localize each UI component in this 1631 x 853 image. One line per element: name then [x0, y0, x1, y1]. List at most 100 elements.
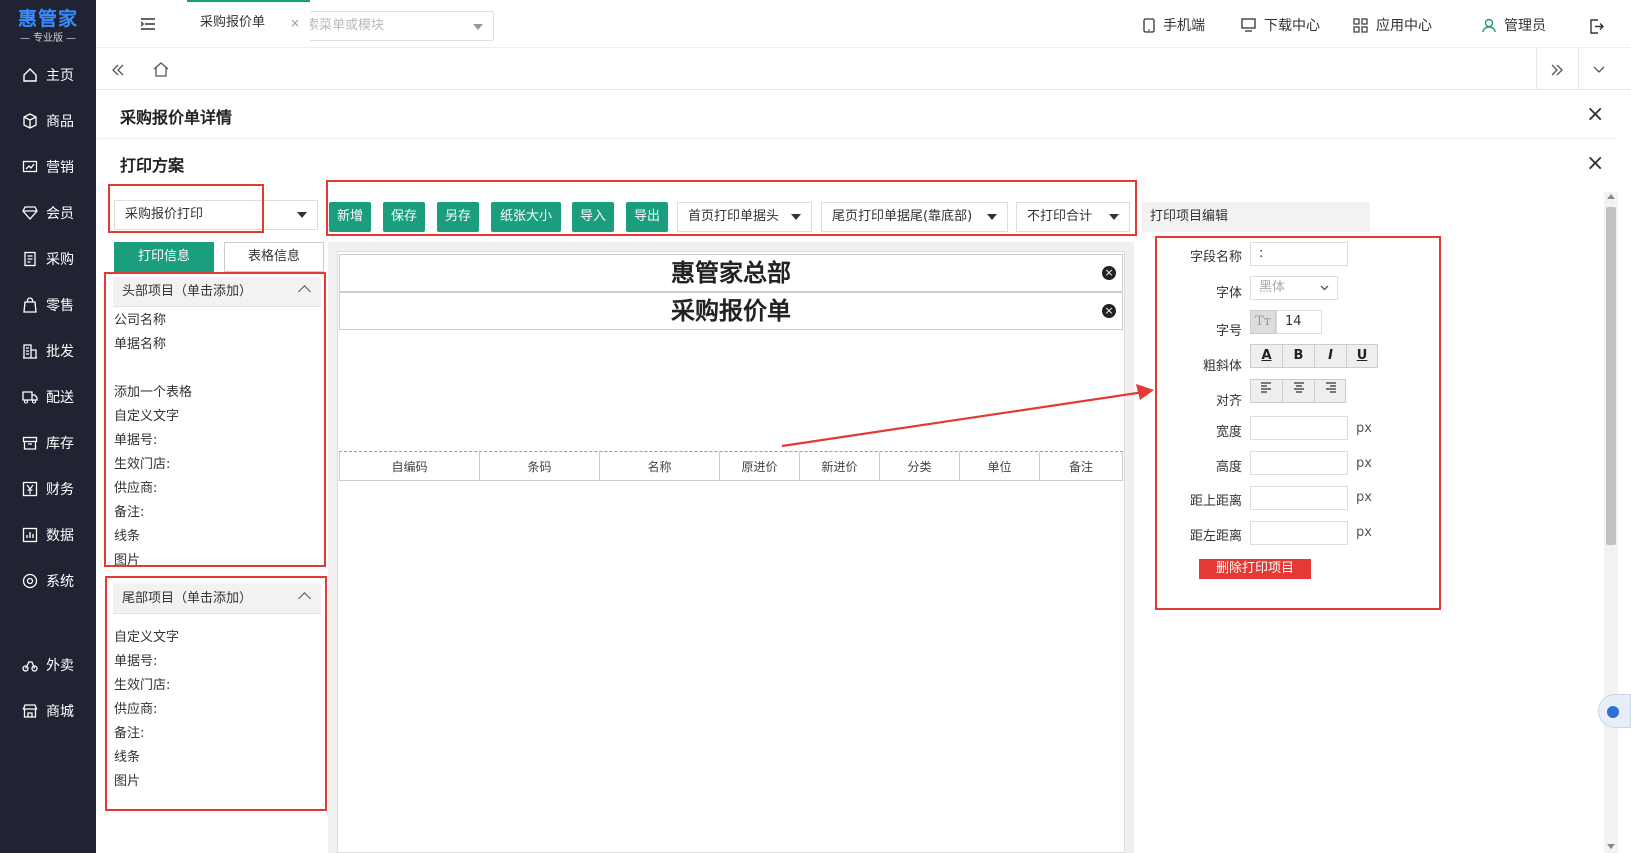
chat-bubble-icon: [1607, 706, 1619, 718]
preview-company-name[interactable]: 惠管家总部 ×: [339, 254, 1123, 292]
sidebar-item-marketing[interactable]: 营销: [0, 147, 96, 187]
remove-item-icon[interactable]: ×: [1102, 304, 1116, 318]
doc-name-text: 采购报价单: [671, 297, 791, 325]
chart-icon: [22, 160, 38, 173]
highlight-box: [1155, 236, 1441, 610]
sidebar-item-mall[interactable]: 商城: [0, 691, 96, 731]
sidebar-item-delivery[interactable]: 配送: [0, 377, 96, 417]
sidebar-item-inventory[interactable]: 库存: [0, 423, 96, 463]
print-scheme-title: 打印方案: [120, 156, 185, 175]
sidebar-item-label: 批发: [46, 344, 74, 360]
sidebar-item-label: 商城: [46, 704, 74, 720]
floating-helper-widget[interactable]: [1598, 694, 1631, 728]
column-header: 新进价: [800, 452, 880, 480]
apps-grid-icon: [1353, 17, 1368, 33]
sidebar-item-members[interactable]: 会员: [0, 193, 96, 233]
divider: [1578, 48, 1579, 90]
brand-logo[interactable]: 惠管家 — 专业版 —: [0, 0, 96, 48]
sidebar-item-wholesale[interactable]: 批发: [0, 331, 96, 371]
menu-toggle-icon[interactable]: [141, 18, 155, 30]
home-tab-icon[interactable]: [153, 62, 169, 77]
table-info-tab[interactable]: 表格信息: [224, 242, 324, 272]
user-menu[interactable]: 管理员: [1482, 15, 1546, 35]
column-header: 原进价: [720, 452, 800, 480]
app-center-link[interactable]: 应用中心: [1353, 15, 1432, 35]
sidebar-item-label: 系统: [46, 574, 74, 590]
monitor-icon: [1241, 18, 1256, 32]
sidebar: 惠管家 — 专业版 — 主页 商品 营销 会员 采购 零售 批发 配送 库存 财…: [0, 0, 96, 853]
store-icon: [22, 704, 38, 718]
brand-edition: — 专业版 —: [19, 33, 77, 44]
sidebar-item-goods[interactable]: 商品: [0, 101, 96, 141]
sidebar-item-purchase[interactable]: 采购: [0, 239, 96, 279]
close-print-scheme-icon[interactable]: ×: [1586, 153, 1604, 175]
sidebar-item-finance[interactable]: 财务: [0, 469, 96, 509]
annotation-arrow: [781, 384, 1154, 448]
sidebar-item-label: 库存: [46, 436, 74, 452]
tab-label: 采购报价单: [200, 15, 266, 30]
apps-label: 应用中心: [1376, 18, 1432, 34]
brand-name: 惠管家: [17, 8, 78, 30]
truck-icon: [22, 391, 38, 404]
remove-item-icon[interactable]: ×: [1102, 266, 1116, 280]
divider: [96, 138, 1618, 139]
scroll-down-icon[interactable]: [1607, 844, 1615, 849]
column-header: 单位: [960, 452, 1040, 480]
close-tab-icon[interactable]: ×: [290, 2, 300, 44]
sidebar-item-label: 财务: [46, 482, 74, 498]
menu-search-select[interactable]: 搜索菜单或模块: [282, 11, 494, 41]
highlight-box: [326, 180, 1137, 236]
sidebar-item-data[interactable]: 数据: [0, 515, 96, 555]
user-icon: [1482, 18, 1496, 32]
print-paper[interactable]: [337, 251, 1125, 853]
download-center-link[interactable]: 下载中心: [1241, 15, 1320, 35]
settings-icon: [22, 573, 38, 589]
scroll-up-icon[interactable]: [1607, 194, 1615, 199]
yuan-icon: [22, 481, 38, 497]
divider: [1536, 48, 1537, 90]
sidebar-item-label: 会员: [46, 206, 74, 222]
sidebar-item-label: 营销: [46, 160, 74, 176]
mobile-link[interactable]: 手机端: [1143, 15, 1205, 35]
highlight-box: [104, 272, 326, 567]
home-icon: [23, 68, 37, 82]
sidebar-item-label: 外卖: [46, 658, 74, 674]
archive-icon: [22, 436, 38, 450]
preview-table-header[interactable]: 自编码 条码 名称 原进价 新进价 分类 单位 备注: [339, 451, 1123, 481]
bike-icon: [22, 661, 38, 672]
tab-purchase-quote[interactable]: 采购报价单 ×: [187, 0, 310, 42]
highlight-box: [108, 184, 264, 233]
box-icon: [23, 113, 37, 129]
sidebar-item-label: 配送: [46, 390, 74, 406]
column-header: 备注: [1068, 460, 1093, 474]
highlight-box: [105, 576, 327, 811]
sidebar-item-label: 采购: [46, 252, 74, 268]
sidebar-item-home[interactable]: 主页: [0, 55, 96, 95]
caret-down-icon: [297, 212, 307, 218]
logout-icon[interactable]: [1589, 19, 1604, 34]
print-info-tab[interactable]: 打印信息: [114, 242, 214, 272]
column-header: 自编码: [340, 452, 480, 480]
column-header: 名称: [600, 452, 720, 480]
building-icon: [23, 344, 37, 359]
close-detail-icon[interactable]: ×: [1586, 104, 1604, 126]
sidebar-item-takeout[interactable]: 外卖: [0, 645, 96, 685]
sidebar-item-retail[interactable]: 零售: [0, 285, 96, 325]
preview-doc-name[interactable]: 采购报价单 ×: [339, 292, 1123, 330]
company-name-text: 惠管家总部: [671, 259, 791, 287]
sidebar-item-system[interactable]: 系统: [0, 561, 96, 601]
user-label: 管理员: [1504, 18, 1546, 34]
sidebar-item-label: 商品: [46, 114, 74, 130]
sidebar-item-label: 数据: [46, 528, 74, 544]
receipt-icon: [24, 251, 36, 267]
sidebar-item-label: 零售: [46, 298, 74, 314]
scrollbar-thumb[interactable]: [1606, 207, 1616, 545]
mobile-label: 手机端: [1163, 18, 1205, 34]
chevron-down-icon[interactable]: [1593, 66, 1605, 74]
sidebar-item-label: 主页: [46, 68, 74, 84]
chevron-down-icon: [473, 24, 483, 30]
page-title: 采购报价单详情: [120, 108, 233, 127]
scroll-tabs-right-icon[interactable]: [1551, 64, 1563, 76]
scroll-tabs-left-icon[interactable]: [112, 64, 124, 76]
print-item-editor-head: 打印项目编辑: [1142, 202, 1370, 232]
